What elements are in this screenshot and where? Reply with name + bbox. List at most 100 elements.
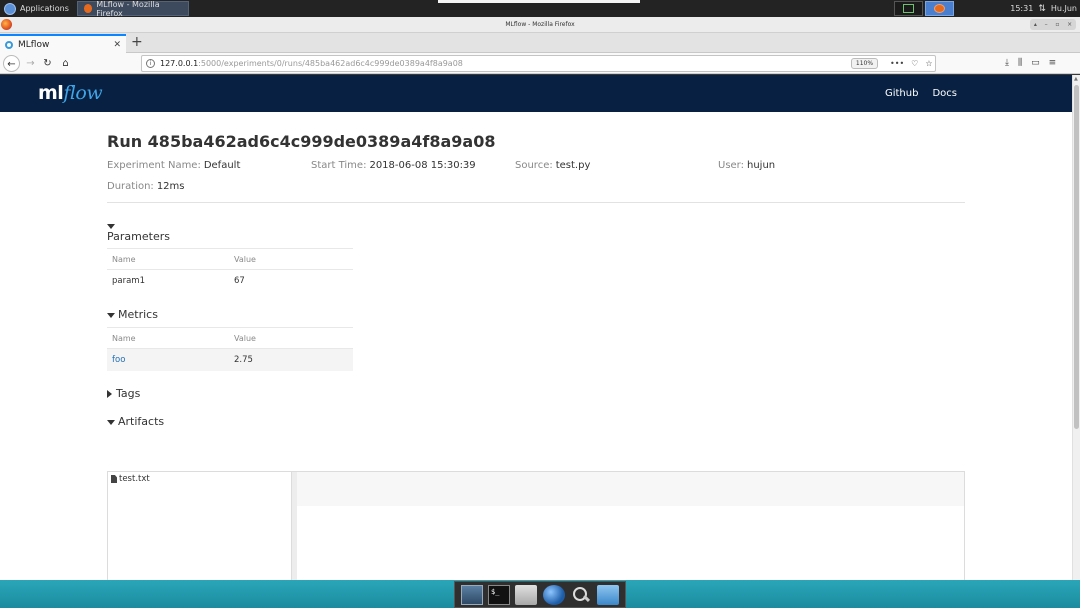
workspace-2[interactable] [925,1,954,16]
artifact-file-name: test.txt [119,474,150,484]
window-title: MLflow - Mozilla Firefox [505,21,575,28]
minimize-icon[interactable]: – [1045,17,1048,33]
caret-down-icon [107,419,115,425]
meta-label: Start Time: [311,160,367,171]
artifact-viewer-header [297,472,964,506]
meta-value: 2018-06-08 15:30:39 [369,160,476,171]
artifacts-panel: test.txt [107,471,965,580]
site-info-icon[interactable]: i [146,59,155,68]
close-icon[interactable]: × [1067,17,1072,33]
metric-link[interactable]: foo [112,355,125,365]
applications-menu[interactable]: Applications [0,0,73,17]
meta-label: Source: [515,160,553,171]
divider [107,202,965,203]
folder-icon[interactable] [597,584,620,605]
navigation-toolbar: ← → ↻ ⌂ i 127.0.0.1:5000/experiments/0/r… [0,53,1080,74]
terminal-icon[interactable]: $_ [487,584,510,605]
meta-duration: Duration: 12ms [107,181,185,192]
web-browser-icon[interactable] [542,584,565,605]
reload-icon[interactable]: ↻ [39,55,56,72]
scroll-up-icon[interactable]: ▲ [1074,76,1078,82]
metrics-heading: Metrics [118,308,158,321]
mlflow-header: mlflow Github Docs [0,75,1072,112]
firefox-window-icon [1,19,12,30]
workspace-1[interactable] [894,1,923,16]
table-header: Name Value [107,327,353,349]
clock[interactable]: 15:31 [1010,4,1033,13]
caret-down-icon [107,312,115,318]
home-folder-icon[interactable] [515,584,538,605]
mlflow-logo[interactable]: mlflow [38,82,103,104]
scrollbar-thumb[interactable] [1074,85,1079,429]
back-icon[interactable]: ← [3,55,20,72]
page-scrollbar[interactable]: ▲ [1072,75,1080,580]
github-link[interactable]: Github [885,88,918,99]
sidebar-icon[interactable]: ▭ [1031,55,1040,72]
meta-label: Experiment Name: [107,160,201,171]
zoom-indicator[interactable]: 110% [851,58,878,69]
page-title: Run 485ba462ad6c4c999de0389a4f8a9a08 [107,132,496,151]
applications-label: Applications [20,4,69,13]
metrics-toggle[interactable]: Metrics [107,308,158,321]
meta-label: Duration: [107,181,154,192]
artifact-file-item[interactable]: test.txt [111,474,150,484]
taskbar-item-label: MLflow - Mozilla Firefox [96,0,160,18]
column-header-name[interactable]: Name [107,327,229,349]
window-up-icon[interactable]: ▴ [1034,17,1037,33]
docs-link[interactable]: Docs [932,88,957,99]
tags-heading: Tags [116,387,141,400]
url-path: :5000/experiments/0/runs/485ba462ad6c4c9… [198,59,463,68]
bookmark-star-icon[interactable]: ☆ [925,56,932,71]
taskbar-item-firefox[interactable]: MLflow - Mozilla Firefox [76,0,189,18]
page-viewport: mlflow Github Docs Run 485ba462ad6c4c999… [0,75,1080,580]
pocket-icon[interactable]: ♡ [911,56,918,71]
show-desktop-icon[interactable] [460,584,483,605]
home-icon[interactable]: ⌂ [57,55,74,72]
metrics-table: Name Value foo 2.75 [107,327,353,371]
panel-blank-area [438,0,640,3]
artifact-tree: test.txt [108,472,292,580]
tags-toggle[interactable]: Tags [107,387,140,400]
downloads-icon[interactable]: ⤓ [1005,55,1009,72]
tab-label: MLflow [18,39,50,50]
column-header-name[interactable]: Name [107,248,229,270]
library-icon[interactable]: ⫼ [1018,55,1022,72]
metric-value: 2.75 [229,348,353,371]
network-icon[interactable]: ⇅ [1038,4,1046,14]
url-actions: ••• ♡ ☆ [890,56,933,71]
meta-label: User: [718,160,744,171]
caret-down-icon [107,223,115,229]
new-tab-icon[interactable]: + [131,34,143,51]
table-row: foo 2.75 [107,348,353,371]
meta-value: 12ms [156,181,185,192]
artifacts-heading: Artifacts [118,415,165,428]
forward-icon[interactable]: → [22,55,39,72]
parameters-table: Name Value param1 67 [107,248,353,292]
xfce-logo-icon [4,2,16,15]
table-header: Name Value [107,248,353,270]
user-name[interactable]: Hu.Jun [1051,4,1077,13]
maximize-icon[interactable]: ▫ [1055,17,1059,33]
tab-bar: MLflow ✕ + [0,33,1080,53]
meta-start-time: Start Time: 2018-06-08 15:30:39 [311,160,476,171]
menu-icon[interactable]: ≡ [1049,55,1057,72]
tab-mlflow[interactable]: MLflow ✕ [0,34,126,53]
header-nav: Github Docs [885,75,957,112]
column-header-value[interactable]: Value [229,327,353,349]
terminal-window-icon [903,4,914,13]
url-bar[interactable]: i 127.0.0.1:5000/experiments/0/runs/485b… [141,55,936,72]
param-name: param1 [112,275,145,286]
metric-name-cell: foo [107,348,229,371]
file-icon [111,475,117,483]
meta-value: hujun [747,160,776,171]
artifacts-toggle[interactable]: Artifacts [107,415,164,428]
page-actions-icon[interactable]: ••• [890,56,904,71]
workspace-switcher[interactable] [894,1,954,16]
search-icon[interactable] [570,585,592,605]
window-titlebar: MLflow - Mozilla Firefox ▴ – ▫ × [0,17,1080,33]
column-header-value[interactable]: Value [229,248,353,270]
window-controls: ▴ – ▫ × [1030,19,1076,30]
toolbar-right: ⤓ ⫼ ▭ ≡ [1005,55,1056,72]
meta-source: Source: test.py [515,160,590,171]
tab-close-icon[interactable]: ✕ [113,40,121,50]
